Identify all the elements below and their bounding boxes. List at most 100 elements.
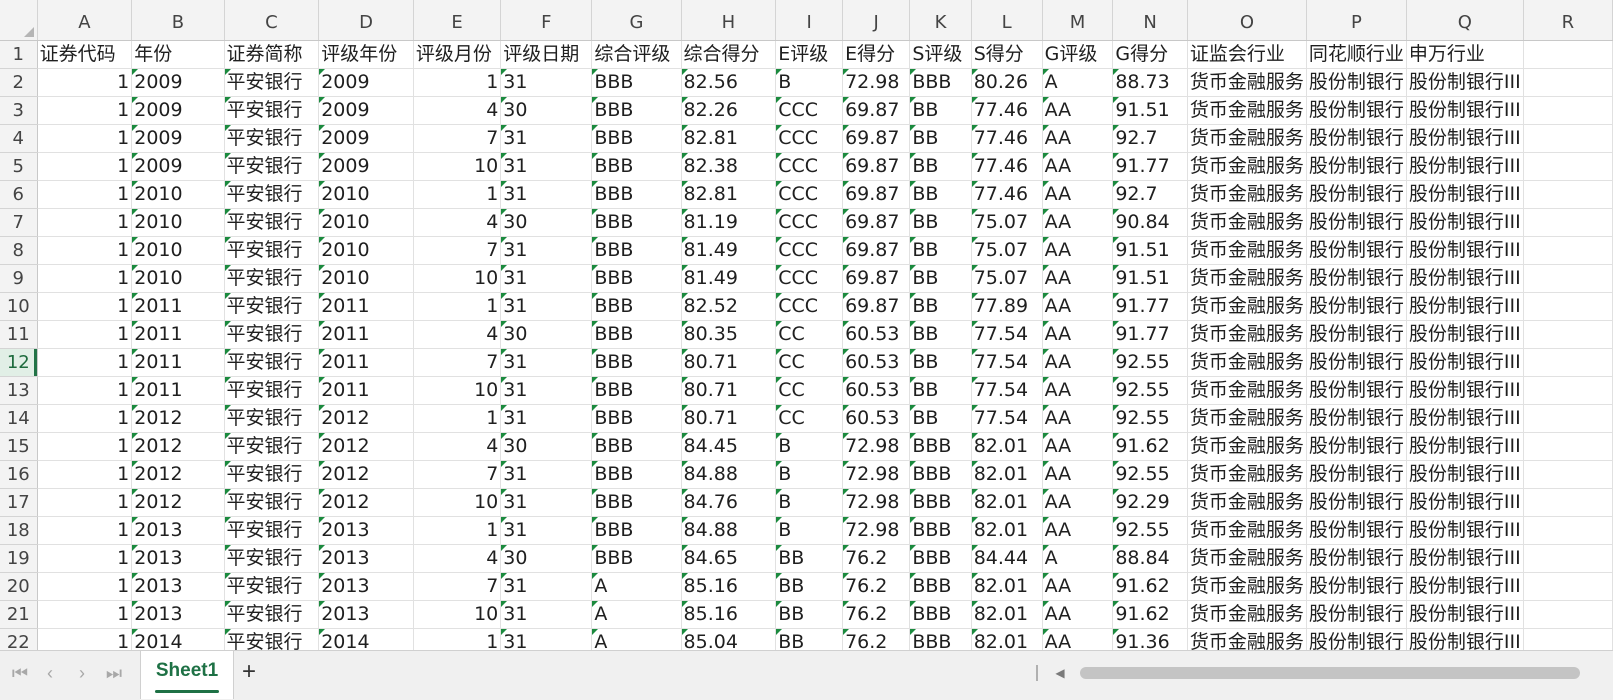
cell-n7[interactable]: 90.84 [1112,208,1188,237]
cell-k20[interactable]: BBB [909,572,972,601]
cell-p7[interactable]: 股份制银行 [1306,208,1407,237]
cell-b12[interactable]: 2011 [131,348,225,377]
cell-f2[interactable]: 31 [500,68,593,97]
cell-k9[interactable]: BB [909,264,972,293]
cell-e1[interactable]: 评级月份 [413,40,502,69]
cell-e5[interactable]: 10 [413,152,502,181]
column-header-b[interactable]: B [131,0,225,41]
cell-r7[interactable] [1523,208,1613,237]
cell-e4[interactable]: 7 [413,124,502,153]
cell-m9[interactable]: AA [1042,264,1114,293]
cell-j7[interactable]: 69.87 [842,208,911,237]
cell-k19[interactable]: BBB [909,544,972,573]
column-header-h[interactable]: H [681,0,777,41]
cell-i1[interactable]: E评级 [775,40,844,69]
cell-e18[interactable]: 1 [413,516,502,545]
cell-i9[interactable]: CCC [775,264,844,293]
cell-m14[interactable]: AA [1042,404,1114,433]
cell-p13[interactable]: 股份制银行 [1306,376,1407,405]
cell-h19[interactable]: 84.65 [681,544,777,573]
cell-j10[interactable]: 69.87 [842,292,911,321]
cell-j1[interactable]: E得分 [842,40,911,69]
cell-d7[interactable]: 2010 [318,208,414,237]
cell-l12[interactable]: 77.54 [971,348,1043,377]
cell-d1[interactable]: 评级年份 [318,40,414,69]
cell-n13[interactable]: 92.55 [1112,376,1188,405]
cell-d4[interactable]: 2009 [318,124,414,153]
row-header-8[interactable]: 8 [0,236,38,265]
cell-e9[interactable]: 10 [413,264,502,293]
column-header-a[interactable]: A [37,0,133,41]
cell-g7[interactable]: BBB [591,208,682,237]
cell-e2[interactable]: 1 [413,68,502,97]
cell-h15[interactable]: 84.45 [681,432,777,461]
cell-b7[interactable]: 2010 [131,208,225,237]
cell-q19[interactable]: 股份制银行III [1406,544,1524,573]
cell-i2[interactable]: B [775,68,844,97]
cell-m15[interactable]: AA [1042,432,1114,461]
cell-o17[interactable]: 货币金融服务 [1187,488,1307,517]
cell-p10[interactable]: 股份制银行 [1306,292,1407,321]
cell-k12[interactable]: BB [909,348,972,377]
cell-o4[interactable]: 货币金融服务 [1187,124,1307,153]
cell-j12[interactable]: 60.53 [842,348,911,377]
cell-p16[interactable]: 股份制银行 [1306,460,1407,489]
cell-p9[interactable]: 股份制银行 [1306,264,1407,293]
cell-l3[interactable]: 77.46 [971,96,1043,125]
cell-p4[interactable]: 股份制银行 [1306,124,1407,153]
cell-h11[interactable]: 80.35 [681,320,777,349]
cell-o9[interactable]: 货币金融服务 [1187,264,1307,293]
cell-n19[interactable]: 88.84 [1112,544,1188,573]
cell-i11[interactable]: CC [775,320,844,349]
cell-a18[interactable]: 1 [37,516,133,545]
cell-f13[interactable]: 31 [500,376,593,405]
cell-k16[interactable]: BBB [909,460,972,489]
cell-c17[interactable]: 平安银行 [224,488,320,517]
cell-l8[interactable]: 75.07 [971,236,1043,265]
cell-o13[interactable]: 货币金融服务 [1187,376,1307,405]
cell-q2[interactable]: 股份制银行III [1406,68,1524,97]
cell-r17[interactable] [1523,488,1613,517]
cell-j13[interactable]: 60.53 [842,376,911,405]
cell-q13[interactable]: 股份制银行III [1406,376,1524,405]
cell-e3[interactable]: 4 [413,96,502,125]
cell-b8[interactable]: 2010 [131,236,225,265]
row-header-5[interactable]: 5 [0,152,38,181]
cell-d13[interactable]: 2011 [318,376,414,405]
cell-g1[interactable]: 综合评级 [591,40,682,69]
cell-j15[interactable]: 72.98 [842,432,911,461]
cell-o2[interactable]: 货币金融服务 [1187,68,1307,97]
cell-h9[interactable]: 81.49 [681,264,777,293]
cell-h6[interactable]: 82.81 [681,180,777,209]
cell-l18[interactable]: 82.01 [971,516,1043,545]
cell-j2[interactable]: 72.98 [842,68,911,97]
cell-c18[interactable]: 平安银行 [224,516,320,545]
cell-l13[interactable]: 77.54 [971,376,1043,405]
cell-k10[interactable]: BB [909,292,972,321]
cell-p5[interactable]: 股份制银行 [1306,152,1407,181]
cell-q20[interactable]: 股份制银行III [1406,572,1524,601]
cell-p12[interactable]: 股份制银行 [1306,348,1407,377]
cell-n4[interactable]: 92.7 [1112,124,1188,153]
cell-b17[interactable]: 2012 [131,488,225,517]
cell-n8[interactable]: 91.51 [1112,236,1188,265]
cell-q11[interactable]: 股份制银行III [1406,320,1524,349]
cell-f8[interactable]: 31 [500,236,593,265]
cell-d20[interactable]: 2013 [318,572,414,601]
cell-o12[interactable]: 货币金融服务 [1187,348,1307,377]
cell-m12[interactable]: AA [1042,348,1114,377]
cell-l1[interactable]: S得分 [971,40,1043,69]
cell-q7[interactable]: 股份制银行III [1406,208,1524,237]
cell-e16[interactable]: 7 [413,460,502,489]
row-header-6[interactable]: 6 [0,180,38,209]
cell-o19[interactable]: 货币金融服务 [1187,544,1307,573]
cell-f10[interactable]: 31 [500,292,593,321]
cell-j4[interactable]: 69.87 [842,124,911,153]
cell-l11[interactable]: 77.54 [971,320,1043,349]
cell-a12[interactable]: 1 [37,348,133,377]
cell-f20[interactable]: 31 [500,572,593,601]
cell-e11[interactable]: 4 [413,320,502,349]
cell-d21[interactable]: 2013 [318,600,414,629]
cell-i10[interactable]: CCC [775,292,844,321]
cell-d17[interactable]: 2012 [318,488,414,517]
